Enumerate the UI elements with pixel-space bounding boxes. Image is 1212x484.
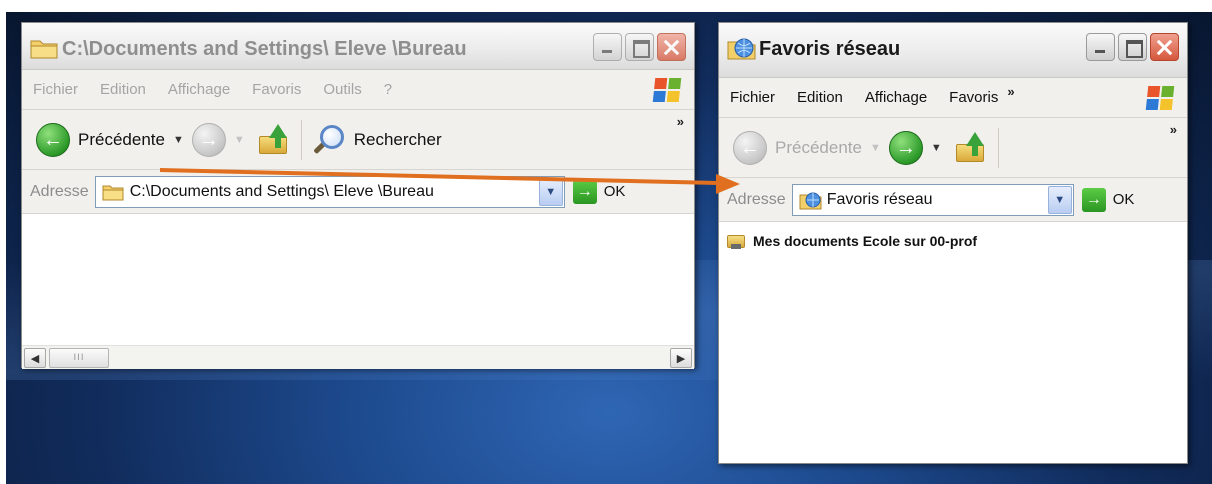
title-bar[interactable]: Favoris réseau <box>719 23 1187 78</box>
address-bar: Adresse Favoris réseau ▼ → OK <box>719 178 1187 222</box>
window-title: Favoris réseau <box>759 38 901 60</box>
folder-icon <box>102 183 124 206</box>
forward-dropdown-icon[interactable]: ▼ <box>931 142 942 154</box>
chevron-down-icon[interactable]: ▼ <box>538 177 563 206</box>
menu-bar: Fichier Edition Affichage Favoris Outils… <box>22 70 694 110</box>
back-button-label[interactable]: Précédente <box>775 138 862 158</box>
window-controls <box>1086 33 1179 61</box>
standard-toolbar: ← Précédente ▼ → ▼ Rechercher » <box>22 110 694 170</box>
address-input[interactable]: C:\Documents and Settings\ Eleve \Bureau… <box>94 175 565 208</box>
back-dropdown-icon[interactable]: ▼ <box>173 134 184 146</box>
title-bar[interactable]: C:\Documents and Settings\ Eleve \Bureau <box>22 23 694 70</box>
toolbar-more-chevron-icon[interactable]: » <box>677 114 684 129</box>
back-dropdown-icon[interactable]: ▼ <box>870 142 881 154</box>
list-item-label: Mes documents Ecole sur 00-prof <box>753 233 978 249</box>
network-places-icon <box>799 191 823 216</box>
windows-logo-icon <box>1145 86 1175 110</box>
back-arrow-icon[interactable]: ← <box>36 122 70 157</box>
window-title: C:\Documents and Settings\ Eleve \Bureau <box>62 38 467 60</box>
scroll-left-icon[interactable]: ◀ <box>24 348 46 368</box>
network-folder-icon <box>727 232 747 250</box>
menu-affichage[interactable]: Affichage <box>157 81 241 98</box>
close-button[interactable] <box>657 33 686 61</box>
address-input[interactable]: Favoris réseau ▼ <box>791 183 1074 216</box>
explorer-window-bureau: C:\Documents and Settings\ Eleve \Bureau… <box>21 22 695 369</box>
go-button-label[interactable]: OK <box>604 183 626 200</box>
list-item[interactable]: Mes documents Ecole sur 00-prof <box>727 232 977 250</box>
address-value: Favoris réseau <box>826 190 933 208</box>
menu-bar: Fichier Edition Affichage Favoris » <box>719 78 1187 118</box>
explorer-window-favoris-reseau: Favoris réseau Fichier Edition Affichage… <box>718 22 1188 464</box>
menu-help[interactable]: ? <box>373 81 403 98</box>
menu-edition[interactable]: Edition <box>89 81 157 98</box>
back-button-label[interactable]: Précédente <box>78 130 165 150</box>
address-label: Adresse <box>30 182 89 200</box>
address-label: Adresse <box>727 190 786 208</box>
toolbar-separator <box>997 127 999 168</box>
horizontal-scrollbar[interactable]: ◀ III ▶ <box>22 345 694 369</box>
search-icon[interactable] <box>312 123 346 157</box>
folder-icon <box>30 37 58 63</box>
address-bar: Adresse C:\Documents and Settings\ Eleve… <box>22 170 694 214</box>
forward-arrow-icon[interactable]: → <box>191 122 226 157</box>
menu-more-chevron-icon[interactable]: » <box>1007 84 1014 99</box>
toolbar-more-chevron-icon[interactable]: » <box>1170 122 1177 137</box>
back-arrow-icon[interactable]: ← <box>733 130 767 165</box>
chevron-down-icon[interactable]: ▼ <box>1047 185 1072 214</box>
menu-fichier[interactable]: Fichier <box>719 89 786 106</box>
close-button[interactable] <box>1150 33 1179 61</box>
address-value: C:\Documents and Settings\ Eleve \Bureau <box>129 182 434 200</box>
folder-content-area[interactable]: Mes documents Ecole sur 00-prof <box>719 222 1187 462</box>
go-arrow-icon[interactable]: → <box>572 179 597 204</box>
minimize-button[interactable] <box>1086 33 1115 61</box>
forward-dropdown-icon[interactable]: ▼ <box>234 134 245 146</box>
window-controls <box>593 33 686 61</box>
menu-affichage[interactable]: Affichage <box>854 89 938 106</box>
network-places-icon <box>727 37 757 65</box>
standard-toolbar: ← Précédente ▼ → ▼ » <box>719 118 1187 178</box>
go-arrow-icon[interactable]: → <box>1081 187 1106 212</box>
folder-up-icon[interactable] <box>257 123 291 156</box>
minimize-button[interactable] <box>593 33 622 61</box>
folder-up-icon[interactable] <box>954 131 988 164</box>
maximize-button[interactable] <box>625 33 654 61</box>
toolbar-separator <box>300 119 302 160</box>
windows-logo-icon <box>652 78 682 102</box>
go-button-label[interactable]: OK <box>1113 191 1135 208</box>
menu-favoris[interactable]: Favoris <box>241 81 312 98</box>
maximize-button[interactable] <box>1118 33 1147 61</box>
folder-content-area[interactable]: ◀ III ▶ <box>22 214 694 369</box>
menu-outils[interactable]: Outils <box>312 81 372 98</box>
forward-arrow-icon[interactable]: → <box>888 130 923 165</box>
scroll-thumb[interactable]: III <box>49 348 109 368</box>
menu-favoris[interactable]: Favoris <box>938 89 1009 106</box>
menu-fichier[interactable]: Fichier <box>22 81 89 98</box>
menu-edition[interactable]: Edition <box>786 89 854 106</box>
scroll-right-icon[interactable]: ▶ <box>670 348 692 368</box>
search-button-label[interactable]: Rechercher <box>354 130 442 150</box>
